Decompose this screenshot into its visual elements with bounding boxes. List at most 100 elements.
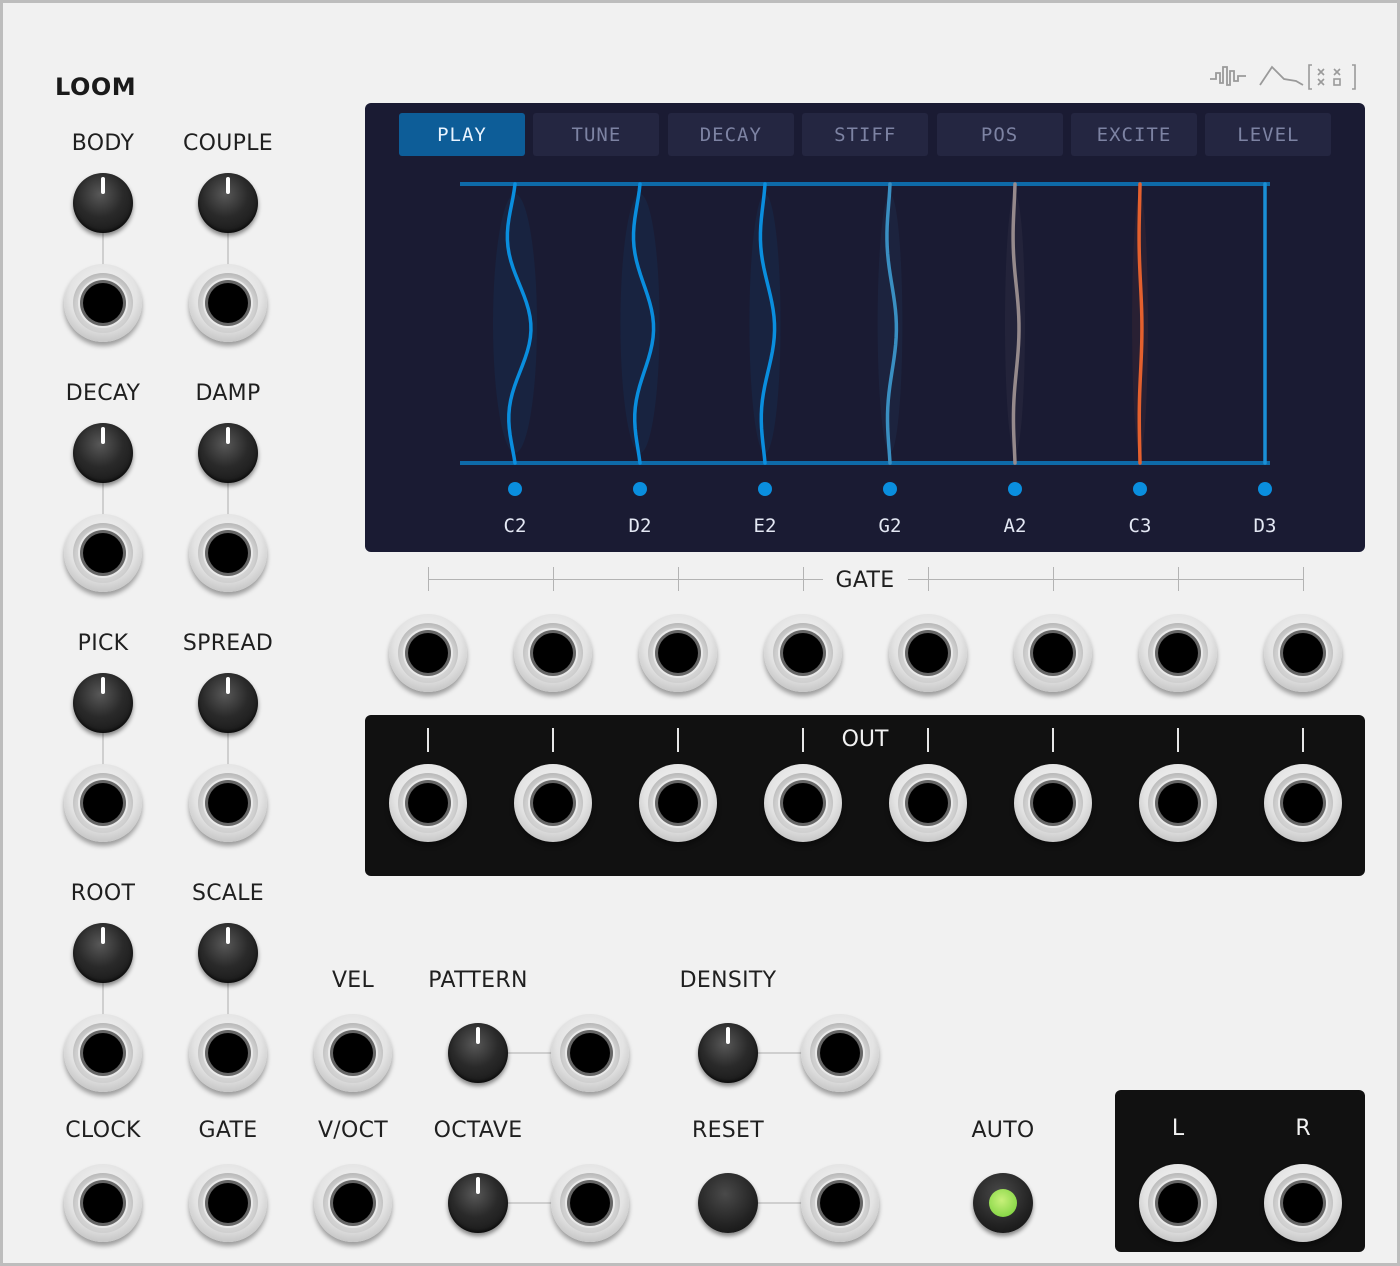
- gate-jack-6[interactable]: [1014, 614, 1092, 692]
- note-led: [758, 482, 772, 496]
- octave-knob[interactable]: [448, 1173, 508, 1233]
- clock-label: CLOCK: [65, 1118, 141, 1143]
- reset-label: RESET: [692, 1118, 764, 1143]
- header-icons: [1210, 64, 1356, 90]
- note-led: [508, 482, 522, 496]
- reset-jack[interactable]: [801, 1164, 879, 1242]
- connector-line: [503, 1202, 558, 1204]
- gate-tick: [803, 567, 804, 591]
- note-led: [883, 482, 897, 496]
- connector-line: [503, 1052, 558, 1054]
- vel-cv-jack[interactable]: [314, 1014, 392, 1092]
- note-label-g2: G2: [878, 515, 902, 537]
- matrix-icon: [1308, 64, 1356, 90]
- gate-jack-4[interactable]: [764, 614, 842, 692]
- out-tick: [1302, 728, 1304, 752]
- pick-knob[interactable]: [73, 673, 133, 733]
- note-label-c3: C3: [1128, 515, 1152, 537]
- gate-tick: [428, 567, 429, 591]
- gate-jack-5[interactable]: [889, 614, 967, 692]
- couple-knob[interactable]: [198, 173, 258, 233]
- damp-label: DAMP: [195, 381, 261, 406]
- note-led: [1008, 482, 1022, 496]
- vel-label: VEL: [331, 968, 375, 993]
- module-title: LOOM: [55, 73, 137, 101]
- gate-bracket-line: [908, 579, 1303, 580]
- pattern-knob[interactable]: [448, 1023, 508, 1083]
- gate-jack-1[interactable]: [389, 614, 467, 692]
- gate-tick: [1053, 567, 1054, 591]
- string-glow: [877, 194, 903, 453]
- gate-tick: [1303, 567, 1304, 591]
- decay-label: DECAY: [65, 381, 141, 406]
- note-label-d2: D2: [628, 515, 652, 537]
- scale-knob[interactable]: [198, 923, 258, 983]
- out-jack-3[interactable]: [639, 764, 717, 842]
- out-jack-8[interactable]: [1264, 764, 1342, 842]
- density-knob[interactable]: [698, 1023, 758, 1083]
- envelope-icon: [1259, 65, 1304, 86]
- connector-line: [753, 1202, 808, 1204]
- out-jack-2[interactable]: [514, 764, 592, 842]
- out-label: OUT: [841, 727, 889, 752]
- spread-knob[interactable]: [198, 673, 258, 733]
- gate-jack-7[interactable]: [1139, 614, 1217, 692]
- density-label: DENSITY: [679, 968, 777, 993]
- out-jack-5[interactable]: [889, 764, 967, 842]
- left-out-jack[interactable]: [1139, 1164, 1217, 1242]
- scale-cv-jack[interactable]: [189, 1014, 267, 1092]
- voct-jack[interactable]: [314, 1164, 392, 1242]
- out-jack-4[interactable]: [764, 764, 842, 842]
- damp-cv-jack[interactable]: [189, 514, 267, 592]
- root-cv-jack[interactable]: [64, 1014, 142, 1092]
- gate-bracket-line: [428, 579, 823, 580]
- reset-button[interactable]: [698, 1173, 758, 1233]
- right-out-jack[interactable]: [1264, 1164, 1342, 1242]
- couple-cv-jack[interactable]: [189, 264, 267, 342]
- gate-input-jack[interactable]: [189, 1164, 267, 1242]
- decay-cv-jack[interactable]: [64, 514, 142, 592]
- body-knob[interactable]: [73, 173, 133, 233]
- out-tick: [677, 728, 679, 752]
- gate-label: GATE: [835, 568, 895, 593]
- out-jack-7[interactable]: [1139, 764, 1217, 842]
- gate-input-label: GATE: [198, 1118, 258, 1143]
- note-led: [633, 482, 647, 496]
- pattern-cv-jack[interactable]: [551, 1014, 629, 1092]
- gate-jack-3[interactable]: [639, 614, 717, 692]
- note-led: [1258, 482, 1272, 496]
- out-jack-6[interactable]: [1014, 764, 1092, 842]
- damp-knob[interactable]: [198, 423, 258, 483]
- voct-label: V/OCT: [317, 1118, 389, 1143]
- auto-led: [989, 1189, 1017, 1217]
- spread-label: SPREAD: [182, 631, 274, 656]
- auto-button[interactable]: [973, 1173, 1033, 1233]
- scale-label: SCALE: [191, 881, 265, 906]
- spread-cv-jack[interactable]: [189, 764, 267, 842]
- gate-tick: [928, 567, 929, 591]
- gate-jack-2[interactable]: [514, 614, 592, 692]
- out-tick: [802, 728, 804, 752]
- note-led: [1133, 482, 1147, 496]
- gate-tick: [1178, 567, 1179, 591]
- top-rail: [460, 182, 1270, 186]
- string-display: PLAY TUNE DECAY STIFF POS EXCITE LEVEL C2 D2 E2 G…: [365, 103, 1365, 552]
- root-knob[interactable]: [73, 923, 133, 983]
- auto-label: AUTO: [971, 1118, 1035, 1143]
- out-jack-1[interactable]: [389, 764, 467, 842]
- note-label-c2: C2: [503, 515, 527, 537]
- out-tick: [427, 728, 429, 752]
- octave-cv-jack[interactable]: [551, 1164, 629, 1242]
- gate-tick: [678, 567, 679, 591]
- pick-cv-jack[interactable]: [64, 764, 142, 842]
- decay-knob[interactable]: [73, 423, 133, 483]
- body-cv-jack[interactable]: [64, 264, 142, 342]
- right-out-label: R: [1295, 1116, 1311, 1141]
- density-cv-jack[interactable]: [801, 1014, 879, 1092]
- pattern-label: PATTERN: [428, 968, 528, 993]
- gate-tick: [553, 567, 554, 591]
- note-label-e3: E3: [1360, 515, 1365, 537]
- clock-jack[interactable]: [64, 1164, 142, 1242]
- gate-jack-8[interactable]: [1264, 614, 1342, 692]
- note-label-a2: A2: [1003, 515, 1027, 537]
